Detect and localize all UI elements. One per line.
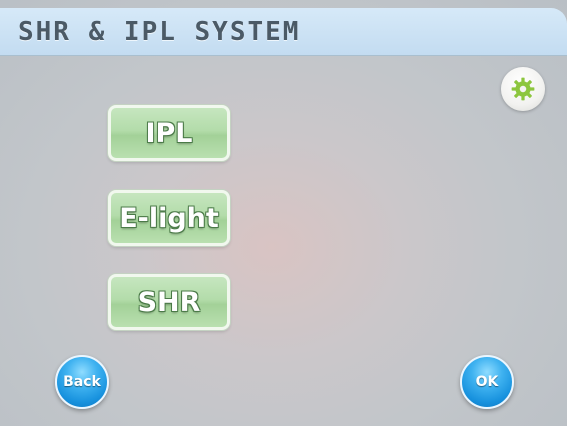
settings-button[interactable] [501, 67, 545, 111]
header-bar: SHR & IPL SYSTEM [0, 8, 567, 56]
back-button[interactable]: Back [55, 355, 109, 409]
ok-button[interactable]: OK [460, 355, 514, 409]
ipl-button-label: IPL [145, 117, 193, 149]
gear-icon [511, 77, 535, 101]
shr-button-label: SHR [137, 286, 201, 318]
ipl-button[interactable]: IPL [108, 105, 230, 161]
page-title: SHR & IPL SYSTEM [18, 17, 301, 47]
back-button-label: Back [63, 374, 101, 390]
ok-button-label: OK [475, 374, 499, 390]
shr-button[interactable]: SHR [108, 274, 230, 330]
e-light-button-label: E-light [119, 202, 219, 234]
e-light-button[interactable]: E-light [108, 190, 230, 246]
